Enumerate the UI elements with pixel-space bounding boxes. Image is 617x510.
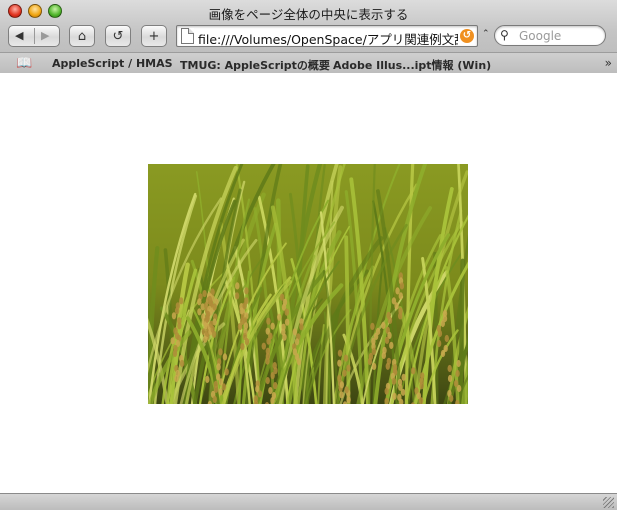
page-icon <box>181 28 194 44</box>
resize-grip-icon[interactable] <box>603 497 614 508</box>
search-icon[interactable]: ⚲ <box>500 28 509 42</box>
window-title: 画像をページ全体の中央に表示する <box>208 7 409 22</box>
toolbar: ◀ ▶ ⌂ ↺ + file:///Volumes/OpenSpace/アプリ関… <box>0 22 617 52</box>
snapback-icon[interactable]: ↺ <box>460 29 474 43</box>
nav-divider <box>34 28 35 44</box>
bookmark-item[interactable]: Adobe Illus...ipt情報 (Win) <box>333 57 491 73</box>
bookmarks-bar: 📖 AppleScript / HMAS TMUG: AppleScriptの概… <box>0 52 617 73</box>
search-input[interactable] <box>519 28 603 44</box>
window-chrome: 画像をページ全体の中央に表示する ◀ ▶ ⌂ ↺ + file:///Volum… <box>0 0 617 73</box>
bookmark-item[interactable]: AppleScript / HMAS <box>52 57 173 70</box>
url-text[interactable]: file:///Volumes/OpenSpace/アプリ関連例文辞 <box>198 29 458 46</box>
home-button[interactable]: ⌂ <box>69 25 95 47</box>
back-button[interactable]: ◀ <box>15 29 23 42</box>
page-content <box>0 73 617 493</box>
reload-button[interactable]: ↺ <box>105 25 131 47</box>
rice-field-illustration <box>148 164 468 404</box>
browser-window: 画像をページ全体の中央に表示する ◀ ▶ ⌂ ↺ + file:///Volum… <box>0 0 617 510</box>
more-bookmarks-icon[interactable]: » <box>605 56 612 70</box>
home-icon: ⌂ <box>77 28 87 44</box>
address-bar[interactable]: file:///Volumes/OpenSpace/アプリ関連例文辞 ↺ <box>176 25 478 47</box>
plus-icon: + <box>148 28 160 44</box>
bookmarks-book-icon[interactable]: 📖 <box>16 56 32 71</box>
search-field[interactable]: ⚲ <box>494 25 606 46</box>
chevron-up-down-icon[interactable]: ⌃ <box>482 29 490 39</box>
reload-icon: ↺ <box>112 28 124 44</box>
back-forward-group: ◀ ▶ <box>8 25 60 47</box>
rice-field-photo <box>148 164 468 404</box>
title-bar[interactable]: 画像をページ全体の中央に表示する <box>0 0 617 22</box>
forward-button[interactable]: ▶ <box>41 29 49 42</box>
bookmark-item[interactable]: TMUG: AppleScriptの概要 <box>180 57 330 73</box>
add-bookmark-button[interactable]: + <box>141 25 167 47</box>
status-bar <box>0 493 617 510</box>
